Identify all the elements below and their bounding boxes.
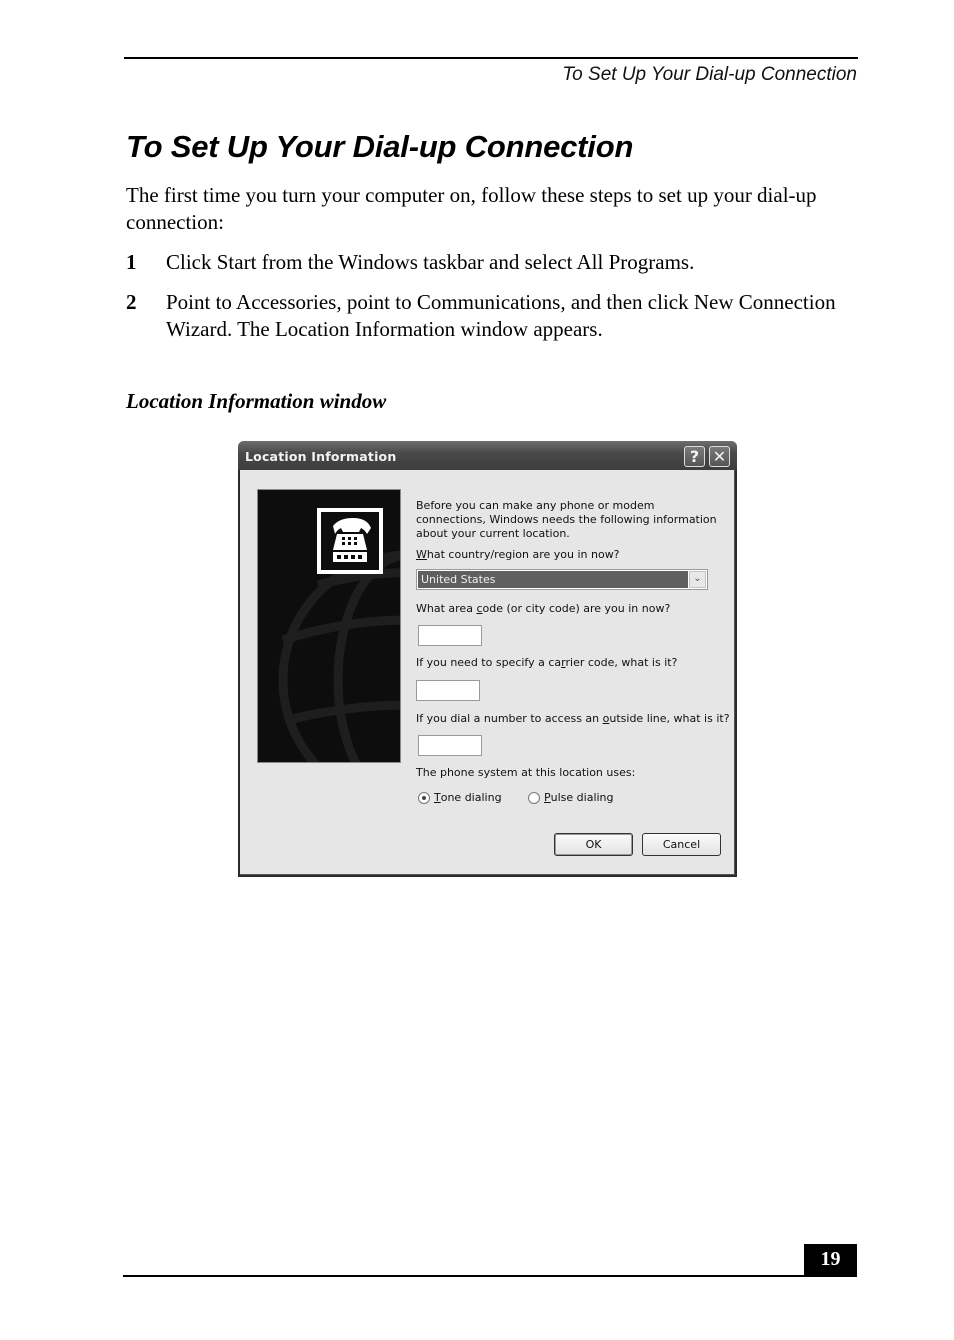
label-text: hat country/region are you in now? [426,548,620,561]
page-title: To Set Up Your Dial-up Connection [126,129,634,164]
dialog-intro-text: Before you can make any phone or modem c… [416,499,717,540]
country-select[interactable]: United States ⌄ [416,569,708,590]
intro-paragraph: The first time you turn your computer on… [126,183,817,234]
chevron-down-icon[interactable]: ⌄ [689,571,706,588]
area-code-label: What area code (or city code) are you in… [416,602,670,615]
radio-label: ulse dialing [550,791,614,804]
label-text: If you dial a number to access an [416,712,603,725]
telephone-icon-frame [317,508,383,574]
label-text: utside line, what is it? [609,712,730,725]
radio-checked-icon[interactable] [418,791,430,804]
radio-label: one dialing [440,791,502,804]
outside-line-input[interactable] [418,735,482,756]
close-button[interactable]: ✕ [709,446,730,467]
step-number: 1 [126,250,137,274]
label-text: What area [416,602,477,615]
step-item: 1 Click Start from the Windows taskbar a… [126,249,856,276]
footer-rule [123,1275,857,1277]
step-text: Click Start from the Windows taskbar and… [166,250,695,274]
tone-dialing-radio[interactable]: Tone dialing [418,791,502,804]
cancel-button[interactable]: Cancel [642,833,721,856]
close-icon: ✕ [712,447,727,466]
header-rule [124,57,858,59]
area-code-input[interactable] [418,625,482,646]
country-value: United States [418,571,688,588]
location-information-dialog: Location Information ? ✕ Before you can … [238,441,737,877]
running-header: To Set Up Your Dial-up Connection [562,64,857,85]
carrier-code-input[interactable] [416,680,480,701]
radio-unchecked-icon[interactable] [528,791,540,804]
step-text: Point to Accessories, point to Communica… [166,290,836,341]
figure-caption: Location Information window [126,389,387,413]
label-text: ode (or city code) are you in now? [482,602,671,615]
telephone-icon [333,518,371,562]
step-number: 2 [126,290,137,314]
title-bar[interactable]: Location Information ? ✕ [238,441,737,470]
accelerator-key: T [434,791,441,804]
label-text: If you need to specify a ca [416,656,562,669]
phone-system-label: The phone system at this location uses: [416,766,636,779]
ok-button[interactable]: OK [554,833,633,856]
help-button[interactable]: ? [684,446,705,467]
page-number: 19 [804,1244,857,1277]
outside-line-label: If you dial a number to access an outsid… [416,712,730,725]
wizard-side-image [257,489,401,763]
steps-list: 1 Click Start from the Windows taskbar a… [126,249,856,356]
help-icon: ? [689,447,700,466]
accelerator-key: P [544,791,551,804]
dialog-title: Location Information [245,449,397,464]
label-text: rier code, what is it? [565,656,678,669]
step-item: 2 Point to Accessories, point to Communi… [126,289,856,343]
carrier-code-label: If you need to specify a carrier code, w… [416,656,677,669]
country-label: What country/region are you in now? [416,548,620,561]
accelerator-key: W [416,548,427,561]
pulse-dialing-radio[interactable]: Pulse dialing [528,791,614,804]
